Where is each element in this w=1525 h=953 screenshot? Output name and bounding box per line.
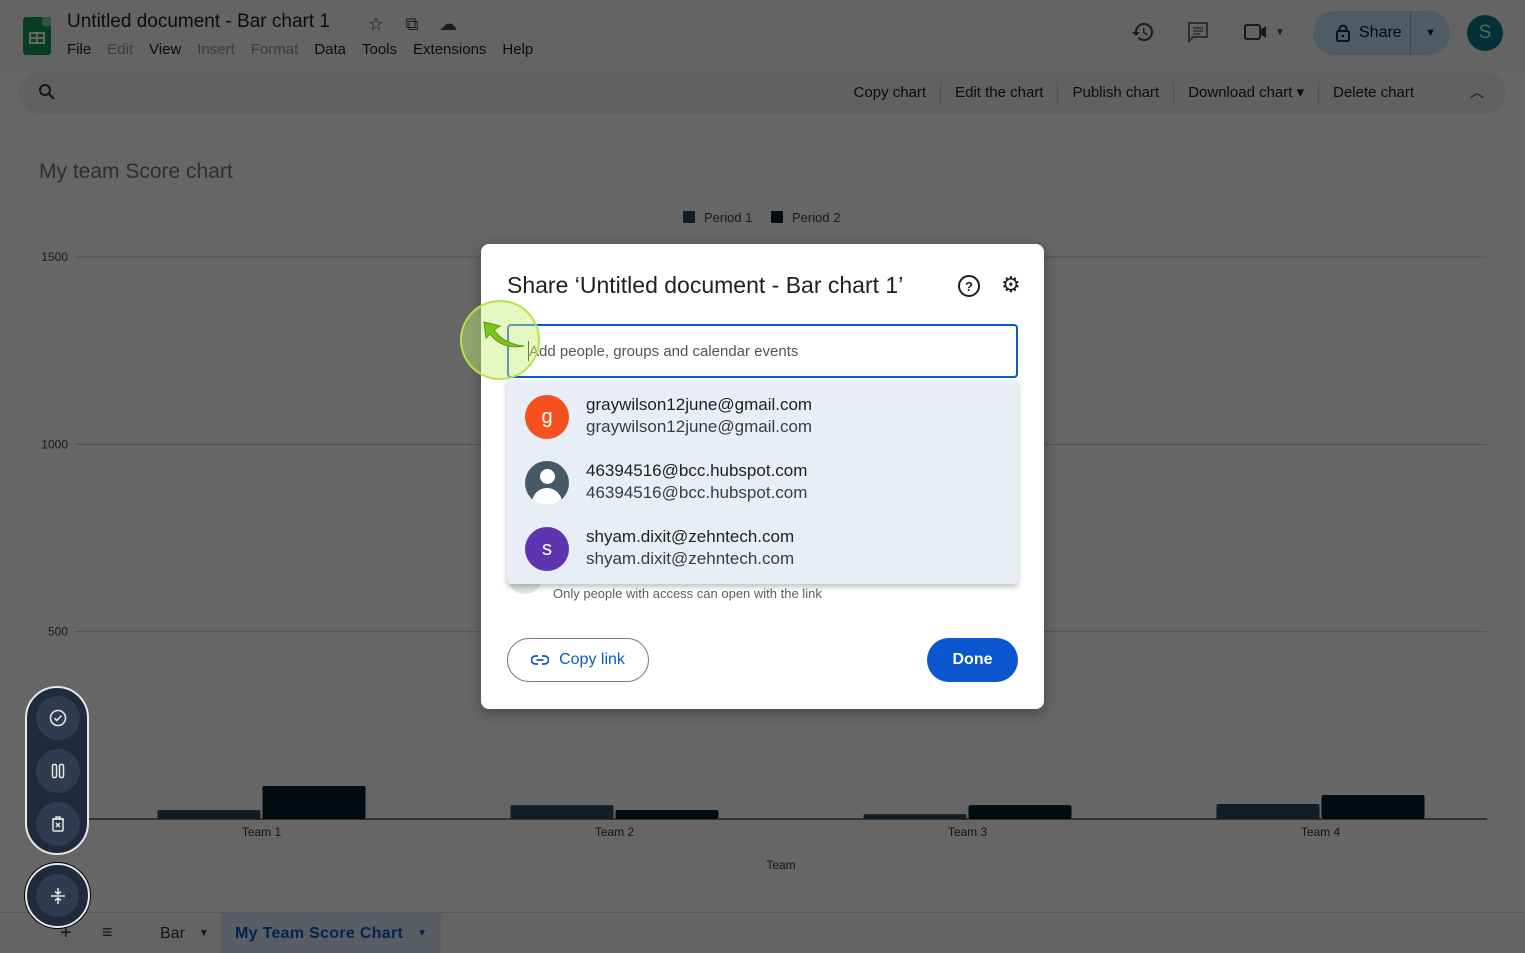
link-icon [531,655,550,665]
copy-link-label: Copy link [559,651,625,668]
suggestion-name: 46394516@bcc.hubspot.com [586,461,808,480]
done-button[interactable]: Done [927,638,1018,682]
dialog-title: Share ‘Untitled document - Bar chart 1’ [507,272,904,298]
gear-icon[interactable]: ⚙ [1001,272,1021,298]
discard-icon[interactable] [36,802,80,846]
collapse-icon[interactable] [36,874,79,917]
suggestion-email: 46394516@bcc.hubspot.com [586,483,808,502]
general-access-description: Only people with access can open with th… [553,586,822,601]
share-dialog: Share ‘Untitled document - Bar chart 1’ … [481,244,1044,709]
suggestion-item[interactable]: 46394516@bcc.hubspot.com 46394516@bcc.hu… [507,450,1018,516]
suggestion-item[interactable]: g graywilson12june@gmail.com graywilson1… [507,384,1018,450]
suggestion-email: graywilson12june@gmail.com [586,417,813,436]
recorder-controls [25,686,89,855]
add-people-input[interactable] [507,324,1018,378]
pause-icon[interactable] [36,749,80,793]
recorder-minimize[interactable] [25,863,90,928]
suggestion-item[interactable]: s shyam.dixit@zehntech.com shyam.dixit@z… [507,516,1018,582]
cursor-arrow-icon [483,321,525,348]
person-icon [525,461,569,505]
avatar: g [525,395,569,439]
check-icon[interactable] [36,696,80,740]
suggestion-email: shyam.dixit@zehntech.com [586,549,795,568]
suggestion-name: shyam.dixit@zehntech.com [586,527,795,546]
suggestions-dropdown: g graywilson12june@gmail.com graywilson1… [507,380,1018,584]
avatar: s [525,527,569,571]
suggestion-name: graywilson12june@gmail.com [586,395,813,414]
copy-link-button[interactable]: Copy link [507,638,649,682]
help-icon[interactable]: ? [958,275,980,297]
